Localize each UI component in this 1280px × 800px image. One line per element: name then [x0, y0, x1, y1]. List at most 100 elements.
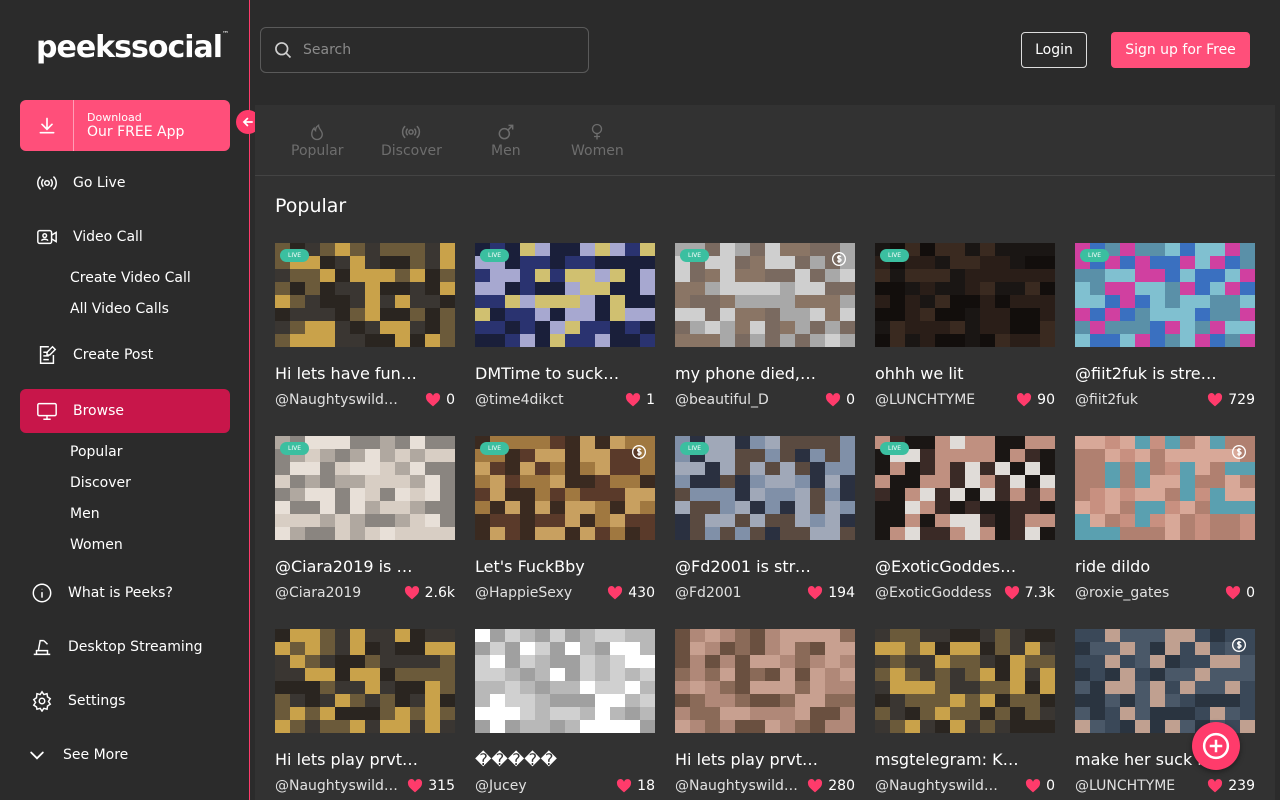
- stream-title[interactable]: @Ciara2019 is streaming: [275, 557, 420, 576]
- signup-button[interactable]: Sign up for Free: [1111, 32, 1250, 68]
- stream-title[interactable]: @fiit2fuk is streaming: [1075, 364, 1220, 383]
- tab-women[interactable]: Women: [571, 121, 624, 159]
- stream-username[interactable]: @LUNCHTYME: [875, 392, 1005, 408]
- stream-title[interactable]: Hi lets play prvt now: [675, 750, 820, 769]
- stream-thumbnail[interactable]: LIVE: [875, 243, 1055, 347]
- stream-username[interactable]: @fiit2fuk: [1075, 392, 1205, 408]
- stream-thumbnail[interactable]: LIVE: [675, 436, 855, 540]
- stream-title[interactable]: Let's FuckBby: [475, 557, 620, 576]
- like-count[interactable]: 18: [616, 778, 655, 794]
- stream-thumbnail[interactable]: LIVE: [875, 436, 1055, 540]
- tab-discover[interactable]: Discover: [381, 121, 442, 159]
- stream-title[interactable]: ohhh we lit: [875, 364, 1020, 383]
- stream-username[interactable]: @time4dikct: [475, 392, 605, 408]
- like-count[interactable]: 2.6k: [404, 585, 455, 601]
- stream-title[interactable]: Hi lets play prvt now: [275, 750, 420, 769]
- nav-what-is-peeks[interactable]: What is Peeks?: [15, 571, 225, 615]
- stream-title[interactable]: my phone died, back: [675, 364, 820, 383]
- stream-thumbnail[interactable]: LIVE: [475, 243, 655, 347]
- like-count[interactable]: 280: [807, 778, 855, 794]
- stream-card[interactable]: Hi lets play prvt now @Naughtyswildpiglet…: [275, 629, 455, 794]
- like-count[interactable]: 7.3k: [1004, 585, 1055, 601]
- stream-card[interactable]: LIVE Let's FuckBby @HappieSexy 430: [475, 436, 655, 601]
- tab-men[interactable]: Men: [491, 121, 521, 159]
- like-count[interactable]: 430: [607, 585, 655, 601]
- like-count[interactable]: 1: [625, 392, 655, 408]
- nav-create-post[interactable]: Create Post: [20, 333, 230, 377]
- stream-thumbnail[interactable]: LIVE: [675, 243, 855, 347]
- like-count[interactable]: 90: [1016, 392, 1055, 408]
- stream-username[interactable]: @Fd2001: [675, 585, 805, 601]
- stream-thumbnail[interactable]: LIVE: [275, 436, 455, 540]
- search-bar[interactable]: [260, 27, 589, 73]
- stream-username[interactable]: @Naughtyswildpiglet: [675, 778, 805, 794]
- stream-title[interactable]: �����: [475, 750, 620, 769]
- stream-title[interactable]: @Fd2001 is streaming: [675, 557, 820, 576]
- nav-go-live[interactable]: Go Live: [20, 161, 230, 205]
- nav-settings[interactable]: Settings: [15, 679, 225, 723]
- tab-popular[interactable]: Popular: [291, 121, 344, 159]
- stream-title[interactable]: Hi lets have fun together: [275, 364, 420, 383]
- stream-username[interactable]: @Naughtyswildpiglet: [275, 778, 405, 794]
- stream-card[interactable]: msgtelegram: Kinky @Naughtyswildpiglet 0: [875, 629, 1055, 794]
- stream-thumbnail[interactable]: LIVE: [275, 243, 455, 347]
- stream-card[interactable]: LIVE DMTime to suck dick @time4dikct 1: [475, 243, 655, 408]
- like-count[interactable]: 0: [1025, 778, 1055, 794]
- create-button[interactable]: [1192, 722, 1240, 770]
- like-count[interactable]: 0: [825, 392, 855, 408]
- nav-all-video-calls[interactable]: All Video Calls: [70, 301, 169, 317]
- stream-username[interactable]: @HappieSexy: [475, 585, 605, 601]
- nav-browse[interactable]: Browse: [20, 389, 230, 433]
- nav-video-call[interactable]: Video Call: [20, 215, 230, 259]
- stream-thumbnail[interactable]: [1075, 629, 1255, 733]
- stream-card[interactable]: LIVE my phone died, back @beautiful_D 0: [675, 243, 855, 408]
- nav-desktop-streaming[interactable]: Desktop Streaming: [15, 625, 225, 669]
- stream-thumbnail[interactable]: [1075, 436, 1255, 540]
- nav-create-video-call[interactable]: Create Video Call: [70, 270, 191, 286]
- nav-women[interactable]: Women: [70, 537, 123, 553]
- nav-popular[interactable]: Popular: [70, 444, 123, 460]
- stream-username[interactable]: @Naughtyswildpiglet: [275, 392, 405, 408]
- stream-thumbnail[interactable]: [275, 629, 455, 733]
- like-count[interactable]: 729: [1207, 392, 1255, 408]
- stream-card[interactable]: ����� @Jucey 18: [475, 629, 655, 794]
- stream-thumbnail[interactable]: LIVE: [1075, 243, 1255, 347]
- brand-logo[interactable]: peekssocial™: [36, 30, 229, 65]
- stream-card[interactable]: LIVE @Fd2001 is streaming @Fd2001 194: [675, 436, 855, 601]
- stream-username[interactable]: @Naughtyswildpiglet: [875, 778, 1005, 794]
- like-count[interactable]: 194: [807, 585, 855, 601]
- stream-thumbnail[interactable]: [875, 629, 1055, 733]
- stream-username[interactable]: @Jucey: [475, 778, 605, 794]
- nav-see-more[interactable]: See More: [10, 733, 220, 777]
- like-count[interactable]: 0: [425, 392, 455, 408]
- stream-username[interactable]: @roxie_gates: [1075, 585, 1205, 601]
- login-button[interactable]: Login: [1021, 32, 1087, 68]
- stream-card[interactable]: LIVE @fiit2fuk is streaming @fiit2fuk 729: [1075, 243, 1255, 408]
- heart-icon: [1208, 393, 1223, 407]
- like-count[interactable]: 239: [1207, 778, 1255, 794]
- download-app-button[interactable]: Download Our FREE App: [20, 100, 230, 151]
- stream-title[interactable]: ride dildo: [1075, 557, 1220, 576]
- stream-card[interactable]: LIVE @ExoticGoddess is live @ExoticGoddess…: [875, 436, 1055, 601]
- like-count[interactable]: 0: [1225, 585, 1255, 601]
- stream-title[interactable]: DMTime to suck dick: [475, 364, 620, 383]
- stream-username[interactable]: @LUNCHTYME: [1075, 778, 1205, 794]
- stream-title[interactable]: @ExoticGoddess is live: [875, 557, 1020, 576]
- stream-card[interactable]: LIVE @Ciara2019 is streaming @Ciara2019 2.6…: [275, 436, 455, 601]
- nav-men[interactable]: Men: [70, 506, 100, 522]
- stream-title[interactable]: msgtelegram: Kinky: [875, 750, 1020, 769]
- stream-username[interactable]: @Ciara2019: [275, 585, 404, 601]
- like-count[interactable]: 315: [407, 778, 455, 794]
- stream-username[interactable]: @ExoticGoddess: [875, 585, 1004, 601]
- stream-card[interactable]: Hi lets play prvt now @Naughtyswildpiglet…: [675, 629, 855, 794]
- stream-card[interactable]: ride dildo @roxie_gates 0: [1075, 436, 1255, 601]
- stream-thumbnail[interactable]: [475, 629, 655, 733]
- stream-thumbnail[interactable]: LIVE: [475, 436, 655, 540]
- stream-thumbnail[interactable]: [675, 629, 855, 733]
- stream-card[interactable]: LIVE Hi lets have fun together @Naughtyswi…: [275, 243, 455, 408]
- nav-discover[interactable]: Discover: [70, 475, 131, 491]
- stream-username[interactable]: @beautiful_D: [675, 392, 805, 408]
- stream-card[interactable]: LIVE ohhh we lit @LUNCHTYME 90: [875, 243, 1055, 408]
- search-input[interactable]: [303, 42, 563, 58]
- stream-card[interactable]: make her suck it @LUNCHTYME 239: [1075, 629, 1255, 794]
